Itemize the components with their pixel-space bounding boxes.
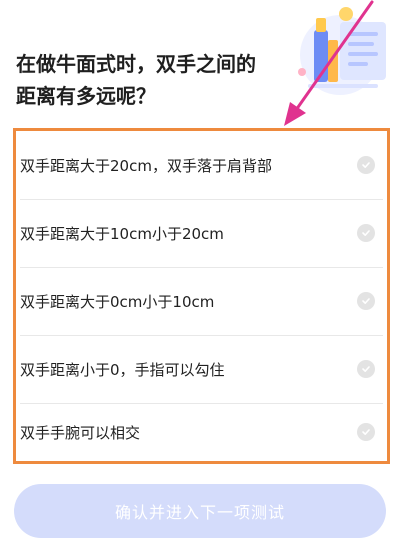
quiz-screen: 在做牛面式时，双手之间的 距离有多远呢？ 双手距离大于20cm，双手落于肩背部 … bbox=[0, 0, 400, 542]
answer-option-1[interactable]: 双手距离大于20cm，双手落于肩背部 bbox=[16, 131, 387, 199]
answer-option-label: 双手距离大于10cm小于20cm bbox=[20, 224, 224, 243]
answer-option-3[interactable]: 双手距离大于0cm小于10cm bbox=[16, 267, 387, 335]
confirm-next-button[interactable]: 确认并进入下一项测试 bbox=[14, 484, 386, 538]
question-line-1: 在做牛面式时，双手之间的 bbox=[16, 52, 256, 76]
check-circle-icon[interactable] bbox=[357, 156, 375, 174]
divider bbox=[20, 267, 383, 268]
answer-option-label: 双手手腕可以相交 bbox=[20, 423, 141, 442]
answer-option-label: 双手距离大于20cm，双手落于肩背部 bbox=[20, 156, 272, 175]
question-title: 在做牛面式时，双手之间的 距离有多远呢？ bbox=[16, 48, 276, 112]
answer-option-4[interactable]: 双手距离小于0，手指可以勾住 bbox=[16, 335, 387, 403]
check-circle-icon[interactable] bbox=[357, 292, 375, 310]
divider bbox=[20, 335, 383, 336]
answer-option-label: 双手距离大于0cm小于10cm bbox=[20, 292, 215, 311]
check-circle-icon[interactable] bbox=[357, 360, 375, 378]
divider bbox=[20, 403, 383, 404]
check-circle-icon[interactable] bbox=[357, 224, 375, 242]
answer-option-label: 双手距离小于0，手指可以勾住 bbox=[20, 360, 225, 379]
check-circle-icon[interactable] bbox=[357, 423, 375, 441]
quiz-illustration bbox=[298, 7, 386, 95]
answer-option-5[interactable]: 双手手腕可以相交 bbox=[16, 403, 387, 461]
divider bbox=[20, 199, 383, 200]
answer-options-highlight: 双手距离大于20cm，双手落于肩背部 双手距离大于10cm小于20cm 双手距离… bbox=[13, 128, 390, 464]
answer-option-2[interactable]: 双手距离大于10cm小于20cm bbox=[16, 199, 387, 267]
question-line-2: 距离有多远呢？ bbox=[16, 84, 156, 108]
